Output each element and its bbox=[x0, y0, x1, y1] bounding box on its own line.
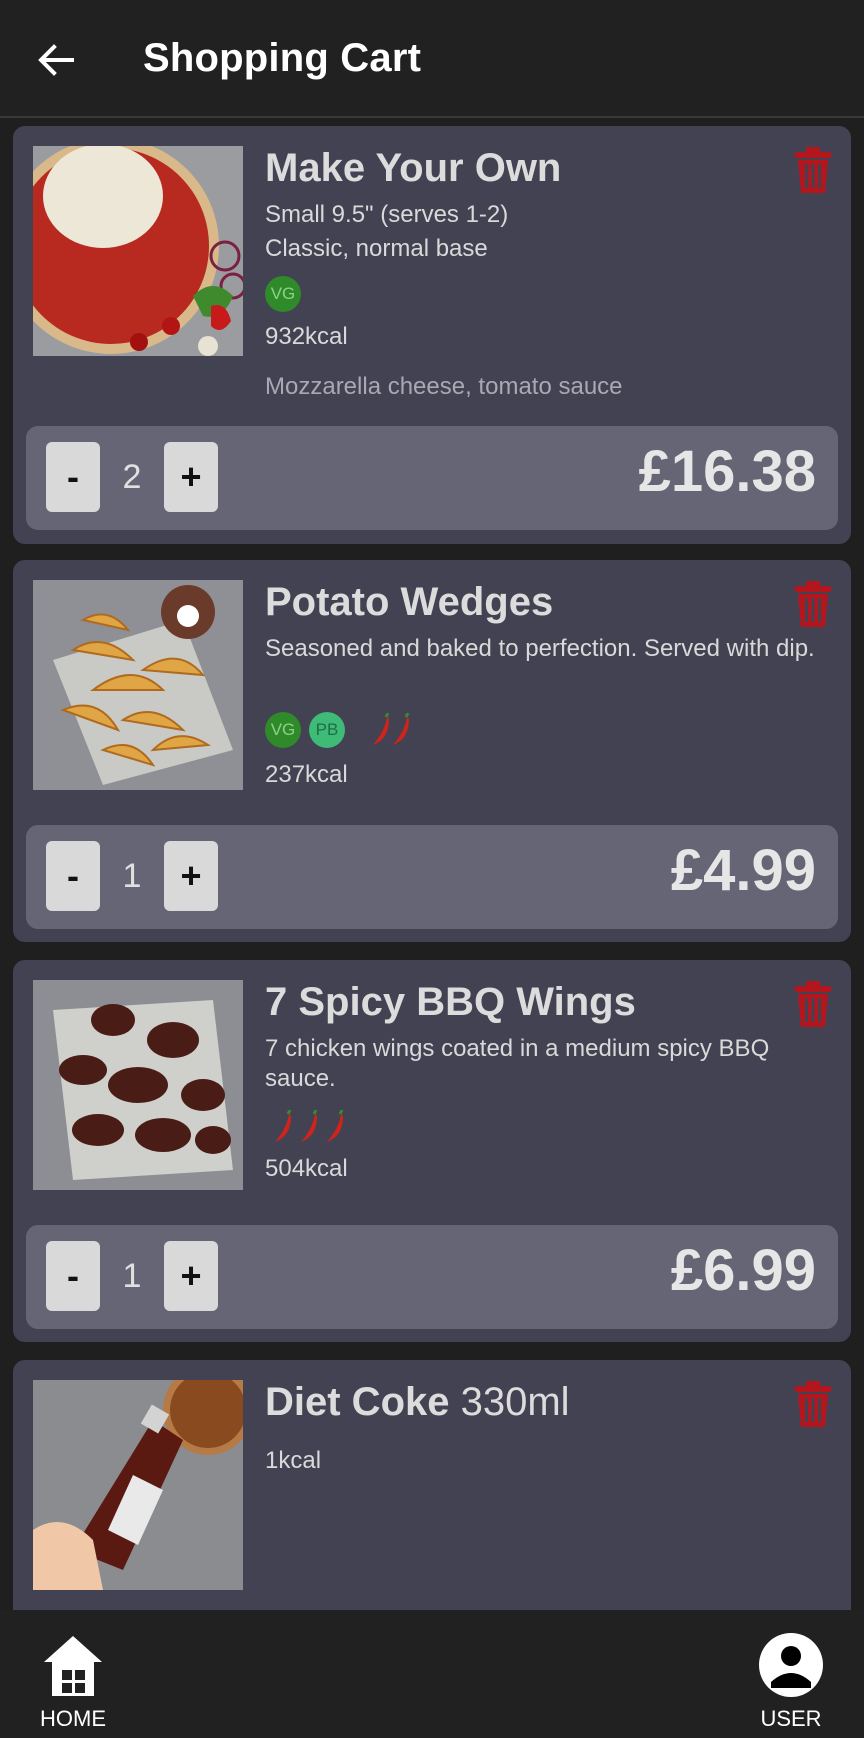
item-price: £4.99 bbox=[670, 838, 816, 903]
vegan-badge: VG bbox=[265, 276, 301, 312]
decrease-quantity-button[interactable]: - bbox=[46, 1241, 100, 1311]
item-kcal: 932kcal bbox=[265, 323, 348, 350]
app-bar: Shopping Cart bbox=[0, 0, 864, 118]
home-icon bbox=[44, 1636, 102, 1696]
potato-wedges-image bbox=[33, 580, 243, 790]
item-description: Seasoned and baked to perfection. Served… bbox=[265, 635, 815, 662]
chilli-icon bbox=[301, 1110, 318, 1142]
quantity-value: 2 bbox=[122, 457, 142, 496]
cart-item-diet-coke: Diet Coke 330ml 1kcal bbox=[13, 1360, 851, 1610]
quantity-bar: - 2 + £16.38 bbox=[26, 426, 838, 530]
item-name: 7 Spicy BBQ Wings bbox=[265, 980, 636, 1024]
trash-icon[interactable] bbox=[791, 980, 835, 1028]
item-size: Small 9.5" (serves 1-2) bbox=[265, 201, 509, 228]
arrow-left-icon[interactable] bbox=[34, 38, 78, 82]
item-name: Make Your Own bbox=[265, 146, 562, 190]
item-kcal: 237kcal bbox=[265, 761, 348, 788]
cart-item-potato-wedges: Potato Wedges Seasoned and baked to perf… bbox=[13, 560, 851, 942]
decrease-quantity-button[interactable]: - bbox=[46, 841, 100, 911]
item-kcal: 504kcal bbox=[265, 1155, 348, 1182]
bottom-navigation: HOME USER bbox=[0, 1610, 864, 1738]
cart-item-spicy-bbq-wings: 7 Spicy BBQ Wings 7 chicken wings coated… bbox=[13, 960, 851, 1342]
pizza-image bbox=[33, 146, 243, 356]
cart-item-make-your-own: Make Your Own Small 9.5" (serves 1-2) Cl… bbox=[13, 126, 851, 544]
user-icon bbox=[759, 1633, 823, 1697]
nav-user-label: USER bbox=[760, 1706, 822, 1731]
cart-list[interactable]: Make Your Own Small 9.5" (serves 1-2) Cl… bbox=[0, 120, 864, 1610]
quantity-value: 1 bbox=[122, 856, 142, 895]
trash-icon[interactable] bbox=[791, 146, 835, 194]
plant-based-badge: PB bbox=[309, 712, 345, 748]
page-title: Shopping Cart bbox=[143, 36, 422, 80]
increase-quantity-button[interactable]: + bbox=[164, 1241, 218, 1311]
quantity-bar: - 1 + £4.99 bbox=[26, 825, 838, 929]
quantity-value: 1 bbox=[122, 1256, 142, 1295]
nav-home-button[interactable]: HOME bbox=[30, 1632, 116, 1732]
item-base: Classic, normal base bbox=[265, 235, 488, 262]
item-name: Diet Coke 330ml bbox=[265, 1380, 570, 1425]
chilli-icon bbox=[393, 713, 410, 745]
chilli-icon bbox=[275, 1110, 292, 1142]
chilli-icon bbox=[373, 713, 390, 745]
item-name-main: Diet Coke bbox=[265, 1380, 450, 1424]
item-volume: 330ml bbox=[460, 1380, 570, 1424]
increase-quantity-button[interactable]: + bbox=[164, 841, 218, 911]
item-price: £6.99 bbox=[670, 1238, 816, 1303]
item-toppings: Mozzarella cheese, tomato sauce bbox=[265, 373, 623, 400]
chilli-icon bbox=[327, 1110, 344, 1142]
bbq-wings-image bbox=[33, 980, 243, 1190]
quantity-bar: - 1 + £6.99 bbox=[26, 1225, 838, 1329]
increase-quantity-button[interactable]: + bbox=[164, 442, 218, 512]
decrease-quantity-button[interactable]: - bbox=[46, 442, 100, 512]
item-name: Potato Wedges bbox=[265, 580, 554, 624]
item-price: £16.38 bbox=[638, 439, 816, 504]
trash-icon[interactable] bbox=[791, 580, 835, 628]
item-kcal: 1kcal bbox=[265, 1447, 322, 1474]
trash-icon[interactable] bbox=[791, 1380, 835, 1428]
diet-coke-image bbox=[33, 1380, 243, 1590]
nav-user-button[interactable]: USER bbox=[746, 1632, 836, 1732]
nav-home-label: HOME bbox=[40, 1706, 106, 1731]
vegan-badge: VG bbox=[265, 712, 301, 748]
item-description: 7 chicken wings coated in a medium spicy… bbox=[265, 1035, 770, 1092]
